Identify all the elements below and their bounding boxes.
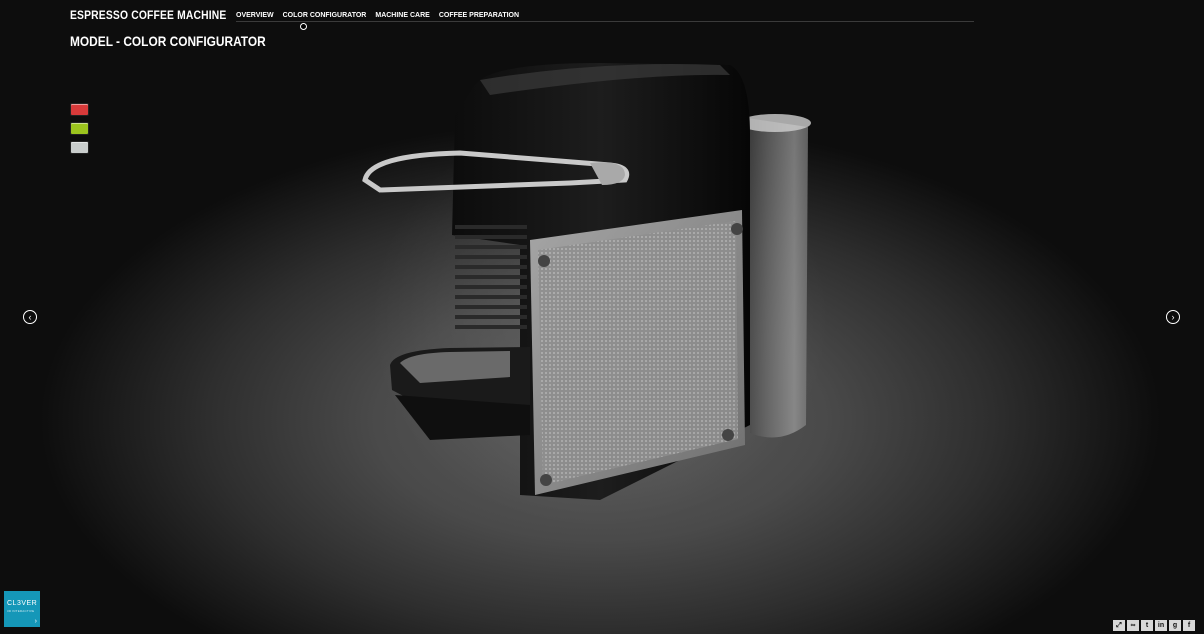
nav-coffee-preparation[interactable]: COFFEE PREPARATION [439, 12, 519, 19]
link-icon[interactable]: ∞ [1127, 620, 1139, 631]
chevron-right-icon: › [34, 618, 37, 625]
googleplus-icon[interactable]: g [1169, 620, 1181, 631]
swatch-lime[interactable] [71, 123, 88, 134]
brand-tagline: 3D INTERACTIVE [7, 609, 35, 613]
facebook-icon[interactable]: f [1183, 620, 1195, 631]
coffee-machine-render [362, 63, 811, 500]
nav-overview[interactable]: OVERVIEW [236, 12, 274, 19]
swatch-silver[interactable] [71, 142, 88, 153]
nav-machine-care[interactable]: MACHINE CARE [375, 12, 429, 19]
active-nav-indicator [300, 23, 307, 30]
fullscreen-icon[interactable]: ⤢ [1113, 620, 1125, 631]
nav-color-configurator[interactable]: COLOR CONFIGURATOR [283, 12, 367, 19]
swatch-red[interactable] [71, 104, 88, 115]
next-arrow-button[interactable]: › [1166, 310, 1180, 324]
prev-arrow-button[interactable]: ‹ [23, 310, 37, 324]
brand-name: CL3VER [7, 600, 38, 607]
app-title: ESPRESSO COFFEE MACHINE [70, 8, 227, 22]
twitter-icon[interactable]: t [1141, 620, 1153, 631]
top-nav: OVERVIEW COLOR CONFIGURATOR MACHINE CARE… [236, 12, 519, 19]
nav-divider [236, 21, 974, 22]
brand-badge[interactable]: CL3VER 3D INTERACTIVE › [4, 591, 40, 627]
linkedin-icon[interactable]: in [1155, 620, 1167, 631]
share-toolbar: ⤢ ∞ t in g f [1113, 620, 1195, 631]
section-title: MODEL - COLOR CONFIGURATOR [70, 33, 266, 49]
